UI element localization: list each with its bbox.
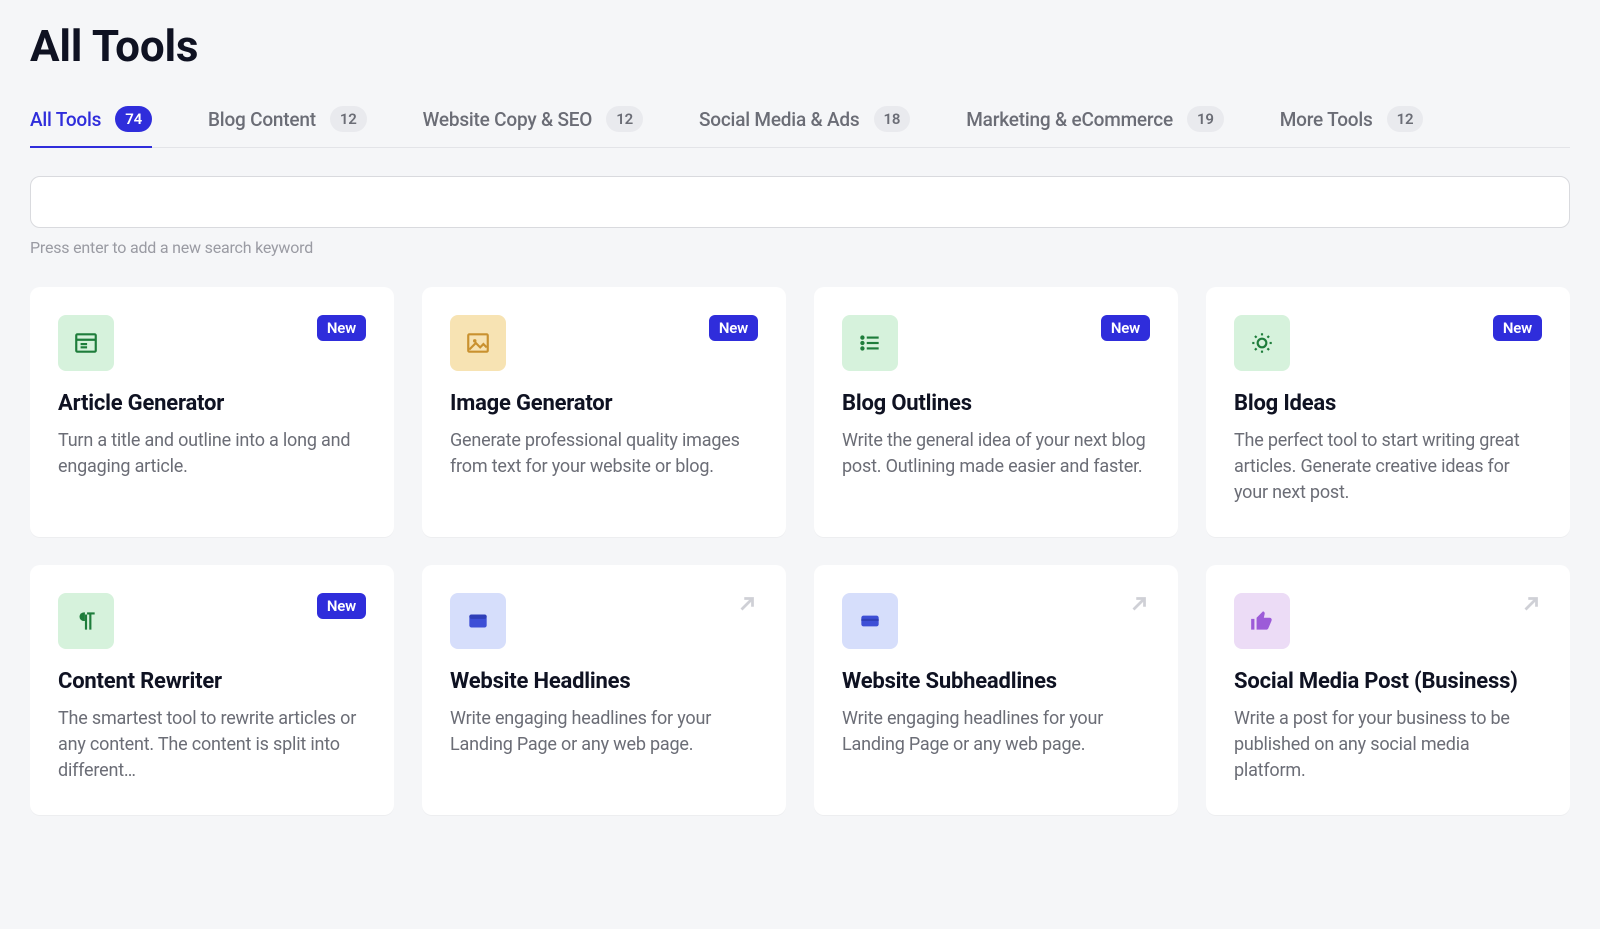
card-header: New: [58, 593, 366, 649]
new-badge: New: [1101, 315, 1150, 341]
idea-icon: [1234, 315, 1290, 371]
thumbs-up-icon: [1234, 593, 1290, 649]
search-input[interactable]: [30, 176, 1570, 228]
tab-count-badge: 19: [1187, 106, 1224, 132]
tab-count-badge: 12: [1387, 106, 1424, 132]
tab-label: Blog Content: [208, 108, 316, 131]
page-title: All Tools: [30, 20, 1570, 72]
arrow-up-right-icon: [736, 593, 758, 621]
tool-card-content-rewriter[interactable]: New Content Rewriter The smartest tool t…: [30, 565, 394, 815]
article-icon: [58, 315, 114, 371]
card-header: New: [1234, 315, 1542, 371]
card-desc: Write engaging headlines for your Landin…: [450, 706, 758, 758]
new-badge: New: [317, 315, 366, 341]
tab-website-copy-seo[interactable]: Website Copy & SEO 12: [423, 96, 643, 148]
card-header: New: [450, 315, 758, 371]
tab-label: All Tools: [30, 108, 101, 131]
card-desc: The smartest tool to rewrite articles or…: [58, 706, 366, 784]
card-title: Blog Ideas: [1234, 391, 1542, 416]
tab-label: Marketing & eCommerce: [966, 108, 1173, 131]
tool-card-image-generator[interactable]: New Image Generator Generate professiona…: [422, 287, 786, 537]
tab-social-media-ads[interactable]: Social Media & Ads 18: [699, 96, 910, 148]
arrow-up-right-icon: [1128, 593, 1150, 621]
card-title: Website Headlines: [450, 669, 758, 694]
image-icon: [450, 315, 506, 371]
new-badge: New: [317, 593, 366, 619]
card-header: [450, 593, 758, 649]
tab-count-badge: 18: [874, 106, 911, 132]
tools-grid: New Article Generator Turn a title and o…: [30, 287, 1570, 815]
card-desc: Generate professional quality images fro…: [450, 428, 758, 480]
card-title: Website Subheadlines: [842, 669, 1150, 694]
card-title: Image Generator: [450, 391, 758, 416]
card-title: Content Rewriter: [58, 669, 366, 694]
arrow-up-right-icon: [1520, 593, 1542, 621]
list-icon: [842, 315, 898, 371]
window-icon: [450, 593, 506, 649]
tool-card-article-generator[interactable]: New Article Generator Turn a title and o…: [30, 287, 394, 537]
tool-card-website-headlines[interactable]: Website Headlines Write engaging headlin…: [422, 565, 786, 815]
search-section: Press enter to add a new search keyword: [30, 176, 1570, 257]
tool-card-website-subheadlines[interactable]: Website Subheadlines Write engaging head…: [814, 565, 1178, 815]
card-header: [842, 593, 1150, 649]
card-desc: Write a post for your business to be pub…: [1234, 706, 1542, 784]
card-title: Blog Outlines: [842, 391, 1150, 416]
card-desc: Turn a title and outline into a long and…: [58, 428, 366, 480]
tab-blog-content[interactable]: Blog Content 12: [208, 96, 367, 148]
tab-all-tools[interactable]: All Tools 74: [30, 96, 152, 148]
tool-card-blog-outlines[interactable]: New Blog Outlines Write the general idea…: [814, 287, 1178, 537]
tab-count-badge: 12: [606, 106, 643, 132]
new-badge: New: [1493, 315, 1542, 341]
card-header: New: [58, 315, 366, 371]
search-hint: Press enter to add a new search keyword: [30, 238, 1570, 257]
tool-card-social-media-post-business[interactable]: Social Media Post (Business) Write a pos…: [1206, 565, 1570, 815]
card-icon: [842, 593, 898, 649]
tab-label: More Tools: [1280, 108, 1373, 131]
card-header: New: [842, 315, 1150, 371]
card-desc: The perfect tool to start writing great …: [1234, 428, 1542, 506]
paragraph-icon: [58, 593, 114, 649]
tab-label: Website Copy & SEO: [423, 108, 593, 131]
card-header: [1234, 593, 1542, 649]
tool-card-blog-ideas[interactable]: New Blog Ideas The perfect tool to start…: [1206, 287, 1570, 537]
card-title: Social Media Post (Business): [1234, 669, 1542, 694]
tab-count-badge: 74: [115, 106, 152, 132]
card-desc: Write engaging headlines for your Landin…: [842, 706, 1150, 758]
tab-label: Social Media & Ads: [699, 108, 860, 131]
tab-more-tools[interactable]: More Tools 12: [1280, 96, 1424, 148]
card-desc: Write the general idea of your next blog…: [842, 428, 1150, 480]
card-title: Article Generator: [58, 391, 366, 416]
tab-count-badge: 12: [330, 106, 367, 132]
tabs: All Tools 74 Blog Content 12 Website Cop…: [30, 96, 1570, 148]
tab-marketing-ecommerce[interactable]: Marketing & eCommerce 19: [966, 96, 1223, 148]
new-badge: New: [709, 315, 758, 341]
